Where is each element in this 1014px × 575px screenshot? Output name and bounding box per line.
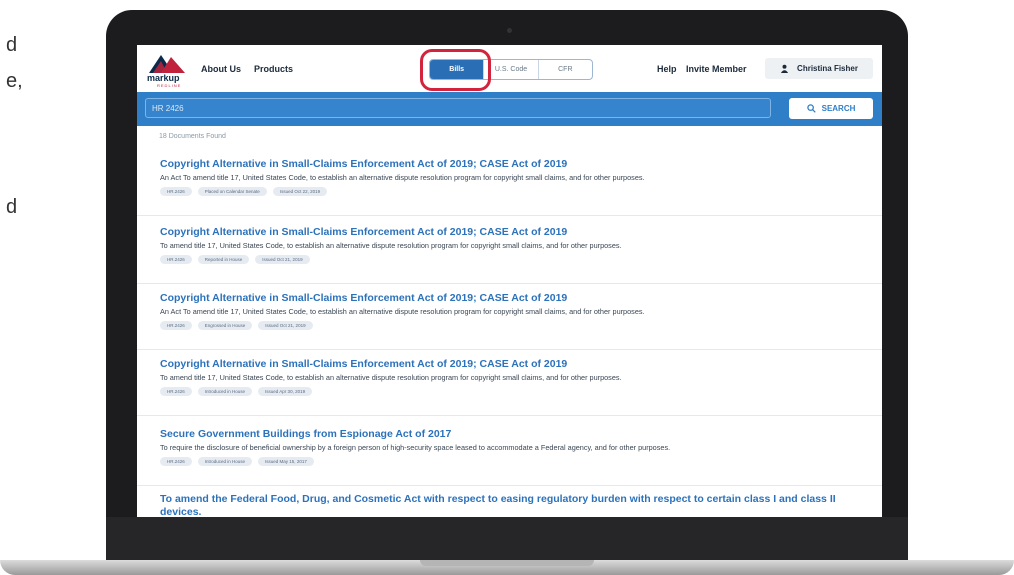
laptop-bezel [106, 517, 908, 562]
result-item: Secure Government Buildings from Espiona… [137, 419, 882, 486]
search-input[interactable] [145, 98, 771, 118]
result-description: An Act To amend title 17, United States … [160, 173, 645, 182]
webcam [507, 28, 512, 33]
search-button-label: SEARCH [821, 104, 856, 113]
tag-bill-number[interactable]: HR.2426 [160, 457, 192, 466]
result-item: Copyright Alternative in Small-Claims En… [137, 283, 882, 350]
search-button[interactable]: SEARCH [789, 98, 873, 119]
tag-issued-date[interactable]: Issued Oct 21, 2019 [258, 321, 313, 330]
tag-issued-date[interactable]: Issued May 15, 2017 [258, 457, 314, 466]
result-title-link[interactable]: Copyright Alternative in Small-Claims En… [160, 358, 567, 370]
tag-bill-number[interactable]: HR.2426 [160, 255, 192, 264]
tag-bill-number[interactable]: HR.2426 [160, 321, 192, 330]
result-tags: HR.2426 Engrossed in House Issued Oct 21… [160, 321, 313, 330]
result-title-link[interactable]: Copyright Alternative in Small-Claims En… [160, 158, 567, 170]
nav-products[interactable]: Products [254, 64, 293, 74]
result-description: To require the disclosure of beneficial … [160, 443, 671, 452]
text-fragment: d [6, 34, 18, 56]
result-title-link[interactable]: To amend the Federal Food, Drug, and Cos… [160, 493, 860, 517]
tag-issued-date[interactable]: Issued Oct 21, 2019 [255, 255, 310, 264]
logo-tagline: REDLINE [157, 83, 182, 88]
tag-status[interactable]: Introduced in House [197, 457, 253, 466]
user-icon [780, 64, 789, 73]
tag-issued-date[interactable]: Issued Oct 22, 2019 [272, 187, 328, 196]
result-title-link[interactable]: Secure Government Buildings from Espiona… [160, 428, 451, 440]
laptop-notch [420, 560, 594, 566]
nav-invite-member[interactable]: Invite Member [686, 64, 747, 74]
result-description: To amend title 17, United States Code, t… [160, 241, 622, 250]
search-bar: SEARCH [137, 92, 882, 126]
tag-status[interactable]: Reported in House [197, 255, 250, 264]
result-title-link[interactable]: Copyright Alternative in Small-Claims En… [160, 226, 567, 238]
result-item: Copyright Alternative in Small-Claims En… [137, 217, 882, 284]
tag-bill-number[interactable]: HR.2426 [160, 387, 192, 396]
result-description: To amend title 17, United States Code, t… [160, 373, 622, 382]
result-tags: HR.2426 Introduced in House Issued Apr 3… [160, 387, 313, 396]
user-name: Christina Fisher [797, 64, 858, 73]
results-count: 18 Documents Found [159, 133, 226, 140]
logo-text: markup [147, 73, 180, 83]
user-menu-button[interactable]: Christina Fisher [765, 58, 873, 79]
nav-help[interactable]: Help [657, 64, 677, 74]
result-item: Copyright Alternative in Small-Claims En… [137, 349, 882, 416]
nav-about-us[interactable]: About Us [201, 64, 241, 74]
logo-mountains-icon [149, 55, 185, 73]
result-tags: HR.2426 Introduced in House Issued May 1… [160, 457, 314, 466]
result-item: Copyright Alternative in Small-Claims En… [137, 149, 882, 216]
result-description: An Act To amend title 17, United States … [160, 307, 645, 316]
tag-status[interactable]: Introduced in House [197, 387, 253, 396]
tab-us-code[interactable]: U.S. Code [484, 60, 539, 79]
search-icon [806, 104, 816, 113]
result-tags: HR.2426 Placed on Calendar Senate Issued… [160, 187, 328, 196]
result-title-link[interactable]: Copyright Alternative in Small-Claims En… [160, 292, 567, 304]
top-nav: markup REDLINE About Us Products Bills U… [137, 45, 882, 91]
laptop-screen: markup REDLINE About Us Products Bills U… [137, 45, 882, 517]
tag-status[interactable]: Engrossed in House [197, 321, 253, 330]
result-tags: HR.2426 Reported in House Issued Oct 21,… [160, 255, 310, 264]
tab-cfr[interactable]: CFR [539, 60, 592, 79]
highlight-annotation [420, 49, 491, 91]
text-fragment: e, [6, 70, 23, 92]
markup-logo[interactable]: markup REDLINE [147, 51, 193, 88]
tag-status[interactable]: Placed on Calendar Senate [197, 187, 267, 196]
tag-issued-date[interactable]: Issued Apr 30, 2019 [258, 387, 313, 396]
text-fragment: d [6, 196, 18, 218]
tag-bill-number[interactable]: HR.2426 [160, 187, 192, 196]
